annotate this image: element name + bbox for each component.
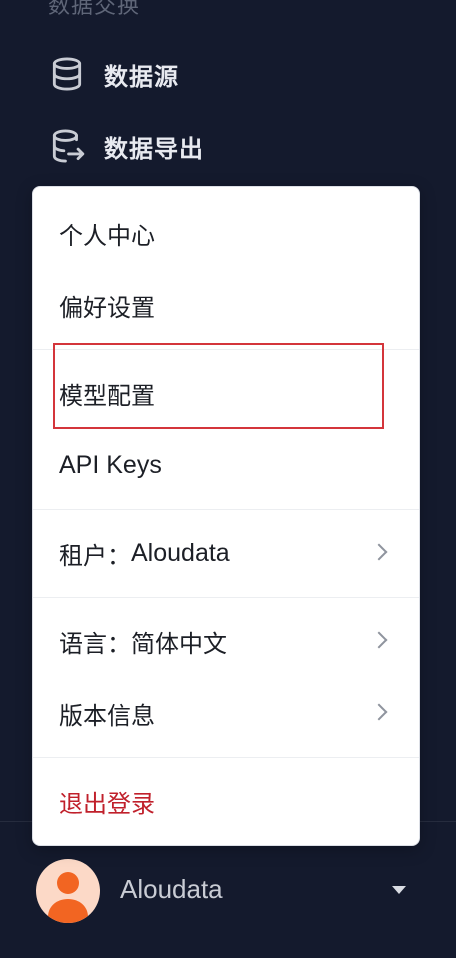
menu-item-label: 偏好设置 [59, 293, 155, 322]
menu-item-tenant[interactable]: 租户： Aloudata [33, 521, 419, 585]
menu-item-label: 退出登录 [59, 789, 155, 818]
menu-item-model-config[interactable]: 模型配置 [33, 361, 419, 425]
menu-item-label: 租户： [59, 541, 131, 570]
sidebar-item-label: 数据源 [104, 62, 179, 91]
menu-separator [33, 509, 419, 510]
menu-item-preferences[interactable]: 偏好设置 [33, 273, 419, 337]
menu-separator [33, 757, 419, 758]
menu-item-logout[interactable]: 退出登录 [33, 769, 419, 833]
menu-separator [33, 349, 419, 350]
menu-item-label: 版本信息 [59, 701, 155, 730]
chevron-right-icon [370, 703, 388, 721]
database-icon [52, 57, 82, 91]
sidebar-item-data-export[interactable]: 数据导出 [48, 122, 204, 170]
menu-item-label: 语言： [59, 629, 131, 658]
menu-item-label: API Keys [59, 450, 162, 479]
avatar [36, 859, 100, 923]
menu-item-api-keys[interactable]: API Keys [33, 433, 419, 497]
user-avatar-icon [48, 872, 88, 923]
chevron-right-icon [370, 543, 388, 561]
user-dropdown-menu: 个人中心 偏好设置 模型配置 API Keys 租户： Aloudata 语言：简… [32, 186, 420, 846]
sidebar-item-datasource[interactable]: 数据源 [48, 50, 179, 98]
menu-item-profile[interactable]: 个人中心 [33, 201, 419, 265]
database-export-icon [52, 129, 85, 163]
menu-separator [33, 597, 419, 598]
caret-down-icon [392, 886, 406, 894]
menu-item-label: 个人中心 [59, 221, 155, 250]
menu-item-language[interactable]: 语言： 简体中文 [33, 609, 419, 673]
language-value: 简体中文 [131, 629, 227, 658]
sidebar-item-label: 数据导出 [104, 134, 204, 163]
section-header-data-exchange: 数据交换 [48, 0, 141, 19]
tenant-value: Aloudata [131, 538, 230, 567]
user-name: Aloudata [120, 874, 223, 904]
chevron-right-icon [370, 631, 388, 649]
menu-item-version[interactable]: 版本信息 [33, 681, 419, 745]
menu-item-label: 模型配置 [59, 381, 155, 410]
